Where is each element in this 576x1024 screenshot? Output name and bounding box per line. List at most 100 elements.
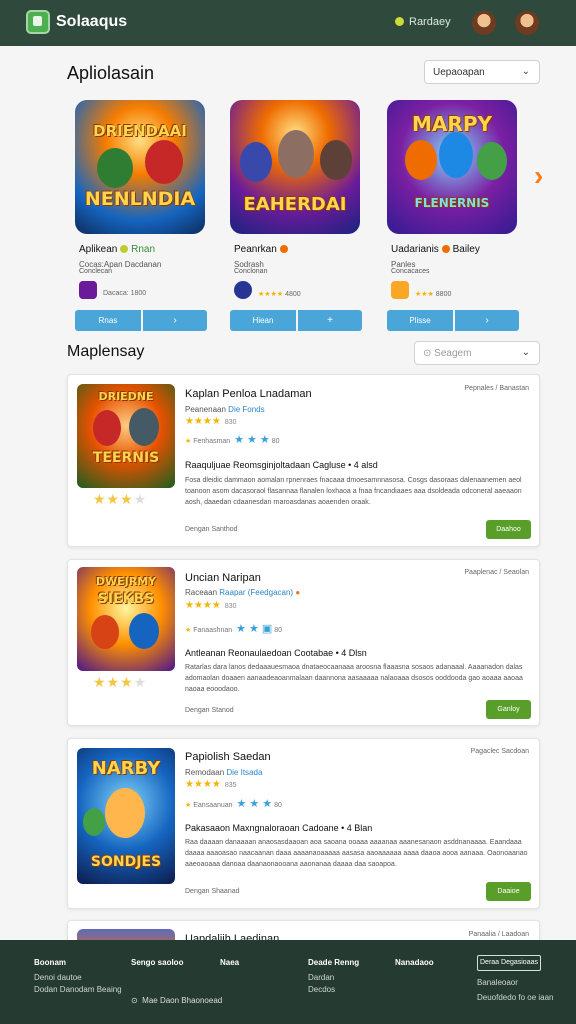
- footer-link[interactable]: Denoi dautoe: [34, 973, 122, 982]
- install-button[interactable]: Daaioe: [486, 882, 531, 901]
- star-icon: ★: [185, 802, 192, 809]
- action-buttons: Rnas ›: [75, 310, 207, 331]
- rating-value: 8800: [435, 291, 452, 298]
- cover-title-top: NARBY: [91, 758, 161, 779]
- search-select[interactable]: ⊙ Seagem ⌄: [414, 341, 540, 365]
- play-button[interactable]: Plisse: [387, 310, 453, 331]
- blue-stars: ★ ★ ▣: [236, 623, 273, 635]
- cover-title: TEERNIS: [92, 450, 160, 466]
- character-figure: [97, 148, 133, 188]
- card-date: Paaplenac / Seaolan: [464, 569, 529, 576]
- game-subtitle-2: Conclonan: [234, 268, 268, 275]
- play-button[interactable]: Rnas: [75, 310, 141, 331]
- card-title[interactable]: Papiolish Saedan: [185, 751, 271, 763]
- game-list-card[interactable]: DWEJRMY SIEKBS ★★★★ Uncian Naripan Paapl…: [67, 559, 540, 726]
- rating: ★★★★ 835: [185, 779, 237, 790]
- chevron-down-icon: ⌄: [521, 347, 530, 358]
- footer-heading: Boonam: [34, 958, 66, 967]
- play-button-label: Rnas: [98, 316, 118, 325]
- cover-title: SONDJES: [90, 854, 162, 870]
- card-description: Ratarlas dara lanos dedaaauesmaoa dnatae…: [185, 664, 523, 693]
- rating-count: 830: [224, 419, 237, 426]
- card-row-label: Eansaanuan: [193, 802, 233, 809]
- footer-column: Banaleoaor Deuofdedo fo oe iaan: [477, 978, 554, 1005]
- more-button[interactable]: ›: [455, 310, 519, 331]
- star-icon: ★: [185, 627, 192, 634]
- card-tag[interactable]: Die Fonds: [228, 405, 264, 414]
- game-name-label: Uadarianis: [391, 244, 439, 255]
- game-cover-image[interactable]: EAHERDAI: [230, 100, 360, 234]
- heart-icon: [441, 245, 450, 253]
- star-icon: ★: [185, 438, 192, 445]
- card-title[interactable]: Uncian Naripan: [185, 572, 261, 584]
- footer-column: Sengo saoloo: [131, 958, 183, 973]
- game-name: Aplikean Rnan: [79, 244, 155, 255]
- add-button[interactable]: +: [298, 310, 362, 331]
- card-title[interactable]: Kaplan Penloa Lnadaman: [185, 388, 312, 400]
- footer-bottom-text[interactable]: Mae Daon Bhaonoead: [142, 996, 222, 1005]
- cover-title: EAHERDAI: [243, 194, 347, 215]
- rating-value: 4800: [285, 291, 301, 298]
- footer-column: Boonam Denoi dautoe Dodan Danodam Beaing: [34, 958, 122, 997]
- card-meta: Peanenaan Die Fonds: [185, 405, 265, 414]
- brand-name[interactable]: Solaaqus: [56, 13, 127, 31]
- game-cover-image[interactable]: MARPY FLENERNIS: [387, 100, 517, 234]
- more-button-label: ›: [173, 315, 177, 326]
- footer-link[interactable]: Banaleoaor: [477, 978, 554, 987]
- game-cover-image[interactable]: DRIEDNE TEERNIS: [77, 384, 175, 488]
- card-meta: Remodaan Die Itsada: [185, 768, 262, 777]
- rating-value: Dacaca: 1800: [103, 290, 147, 297]
- user-rating-stars[interactable]: ★★★★: [93, 491, 147, 508]
- globe-icon: ⊙: [131, 996, 138, 1005]
- footer-link[interactable]: Decdos: [308, 985, 359, 994]
- user-rating-stars[interactable]: ★★★★: [93, 674, 147, 691]
- card-row-count: 80: [271, 438, 280, 445]
- rating-stars: ★★★★: [258, 291, 284, 298]
- install-button[interactable]: Daahoo: [486, 520, 531, 539]
- header-link[interactable]: Rardaey: [395, 16, 451, 28]
- featured-game-card[interactable]: DRIENDAAI NENLNDIA Aplikean Rnan Cocas:A…: [75, 100, 207, 331]
- sort-select[interactable]: Uepaoapan ⌄: [424, 60, 540, 84]
- game-cover-image[interactable]: NARBY SONDJES: [77, 748, 175, 884]
- card-description: Fosa dleidic dammaon aomalan rpnenraes f…: [185, 477, 522, 506]
- cover-title: SIEKBS: [97, 591, 155, 607]
- card-tag[interactable]: Raapar (Feedgacan): [219, 588, 293, 597]
- card-row-label: Fanaashnan: [193, 627, 233, 634]
- chevron-right-icon[interactable]: ›: [534, 162, 554, 190]
- footer-column: Deade Renng Dardan Decdos: [308, 958, 359, 997]
- card-footer: Dengan Santhod: [185, 526, 238, 533]
- card-tag[interactable]: Die Itsada: [226, 768, 262, 777]
- character-figure: [83, 808, 105, 836]
- footer-button[interactable]: Deraa Degasioaas: [477, 955, 541, 971]
- footer-link[interactable]: Dodan Danodam Beaing: [34, 985, 122, 994]
- avatar[interactable]: [472, 11, 496, 35]
- more-button[interactable]: ›: [143, 310, 207, 331]
- footer-heading: Deade Renng: [308, 958, 360, 967]
- game-mini-icon: [391, 281, 409, 299]
- rating-stars: ★★★: [415, 291, 434, 298]
- play-button[interactable]: Hiean: [230, 310, 296, 331]
- top-bar: Solaaqus Rardaey: [0, 0, 576, 46]
- game-list-card[interactable]: NARBY SONDJES Papiolish Saedan Pagaclec …: [67, 738, 540, 909]
- card-date: Pepnales / Banastan: [464, 385, 529, 392]
- card-heading: Antleanan Reonaulaedoan Cootabae • 4 Dls…: [185, 648, 367, 658]
- app-logo-icon[interactable]: [26, 10, 50, 34]
- more-button-label: ›: [485, 315, 489, 326]
- footer-link[interactable]: Dardan: [308, 973, 359, 982]
- card-date: Panaalia / Laadoan: [468, 931, 529, 938]
- character-figure: [278, 130, 314, 178]
- game-cover-image[interactable]: DWEJRMY SIEKBS: [77, 567, 175, 671]
- game-name: Uadarianis Bailey: [391, 244, 480, 255]
- featured-game-card[interactable]: EAHERDAI Peanrkan Sodrash Conclonan ★★★★…: [230, 100, 362, 331]
- character-figure: [145, 140, 183, 184]
- game-mini-icon: [234, 281, 252, 299]
- badge-icon: [120, 245, 129, 253]
- install-button[interactable]: Ganloy: [486, 700, 531, 719]
- featured-game-card[interactable]: MARPY FLENERNIS Uadarianis Bailey Panles…: [387, 100, 519, 331]
- card-footer: Dengan Shaanad: [185, 888, 240, 895]
- game-cover-image[interactable]: DRIENDAAI NENLNDIA: [75, 100, 205, 234]
- play-button-label: Plisse: [409, 316, 431, 325]
- avatar[interactable]: [515, 11, 539, 35]
- game-list-card[interactable]: DRIEDNE TEERNIS ★★★★ Kaplan Penloa Lnada…: [67, 374, 540, 547]
- footer-link[interactable]: Deuofdedo fo oe iaan: [477, 993, 554, 1002]
